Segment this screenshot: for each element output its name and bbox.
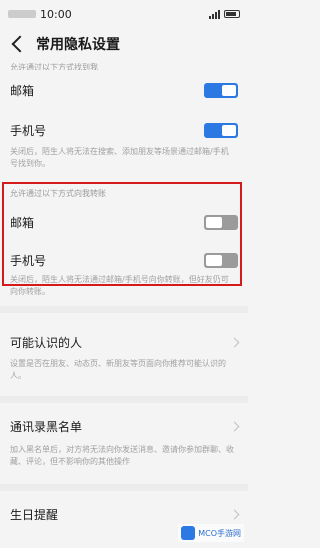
phone-toggle[interactable]: [204, 122, 238, 138]
section1-desc: 关闭后，陌生人将无法在搜索、添加朋友等场景通过邮箱/手机号找到你。: [10, 147, 229, 168]
carrier-blur: [8, 10, 36, 18]
section2-hint: 允许通过以下方式向我转账: [10, 189, 106, 198]
watermark-text: MCO手游网: [198, 528, 241, 538]
nav-label: 可能认识的人: [10, 335, 83, 350]
section1-row-email[interactable]: 邮箱: [0, 70, 248, 110]
email-toggle[interactable]: [204, 82, 238, 98]
divider: [0, 396, 248, 403]
email-toggle-off[interactable]: [204, 214, 238, 230]
chevron-right-icon: [229, 337, 240, 347]
phone-toggle-off[interactable]: [204, 252, 238, 268]
status-time: 10:00: [40, 7, 72, 21]
chevron-right-icon: [229, 509, 240, 519]
maybe-know-desc: 设置是否在朋友、动态页、新朋友等页面向你推荐可能认识的人。: [10, 359, 226, 380]
status-bar: 10:00: [0, 0, 248, 28]
status-left: 10:00: [8, 8, 72, 21]
nav-label: 通讯录黑名单: [10, 419, 83, 434]
divider: [0, 306, 248, 313]
nav-row-blacklist[interactable]: 通讯录黑名单: [0, 408, 248, 444]
signal-icon: [209, 9, 220, 19]
section2-row-email[interactable]: 邮箱: [0, 202, 248, 242]
section1-row-phone[interactable]: 手机号: [0, 110, 248, 150]
nav-label: 生日提醒: [10, 507, 59, 522]
status-right: [209, 9, 240, 19]
header: 常用隐私设置: [0, 28, 248, 60]
chevron-right-icon: [229, 421, 240, 431]
section2-desc: 关闭后，陌生人将无法通过邮箱/手机号向你转账，但好友仍可向你转账。: [10, 275, 229, 296]
row-label: 邮箱: [10, 215, 35, 230]
row-label: 手机号: [10, 253, 47, 268]
divider: [0, 484, 248, 491]
battery-icon: [224, 10, 240, 18]
row-label: 邮箱: [10, 83, 35, 98]
row-label: 手机号: [10, 123, 47, 138]
page-title: 常用隐私设置: [36, 37, 120, 53]
watermark-logo-icon: [181, 526, 196, 540]
watermark: MCO手游网: [178, 524, 244, 542]
blacklist-desc: 加入黑名单后，对方将无法向你发送消息、邀请你参加群聊、收藏、评论，但不影响你的其…: [10, 445, 234, 466]
nav-row-maybe-know[interactable]: 可能认识的人: [0, 324, 248, 360]
back-icon[interactable]: [11, 35, 29, 53]
